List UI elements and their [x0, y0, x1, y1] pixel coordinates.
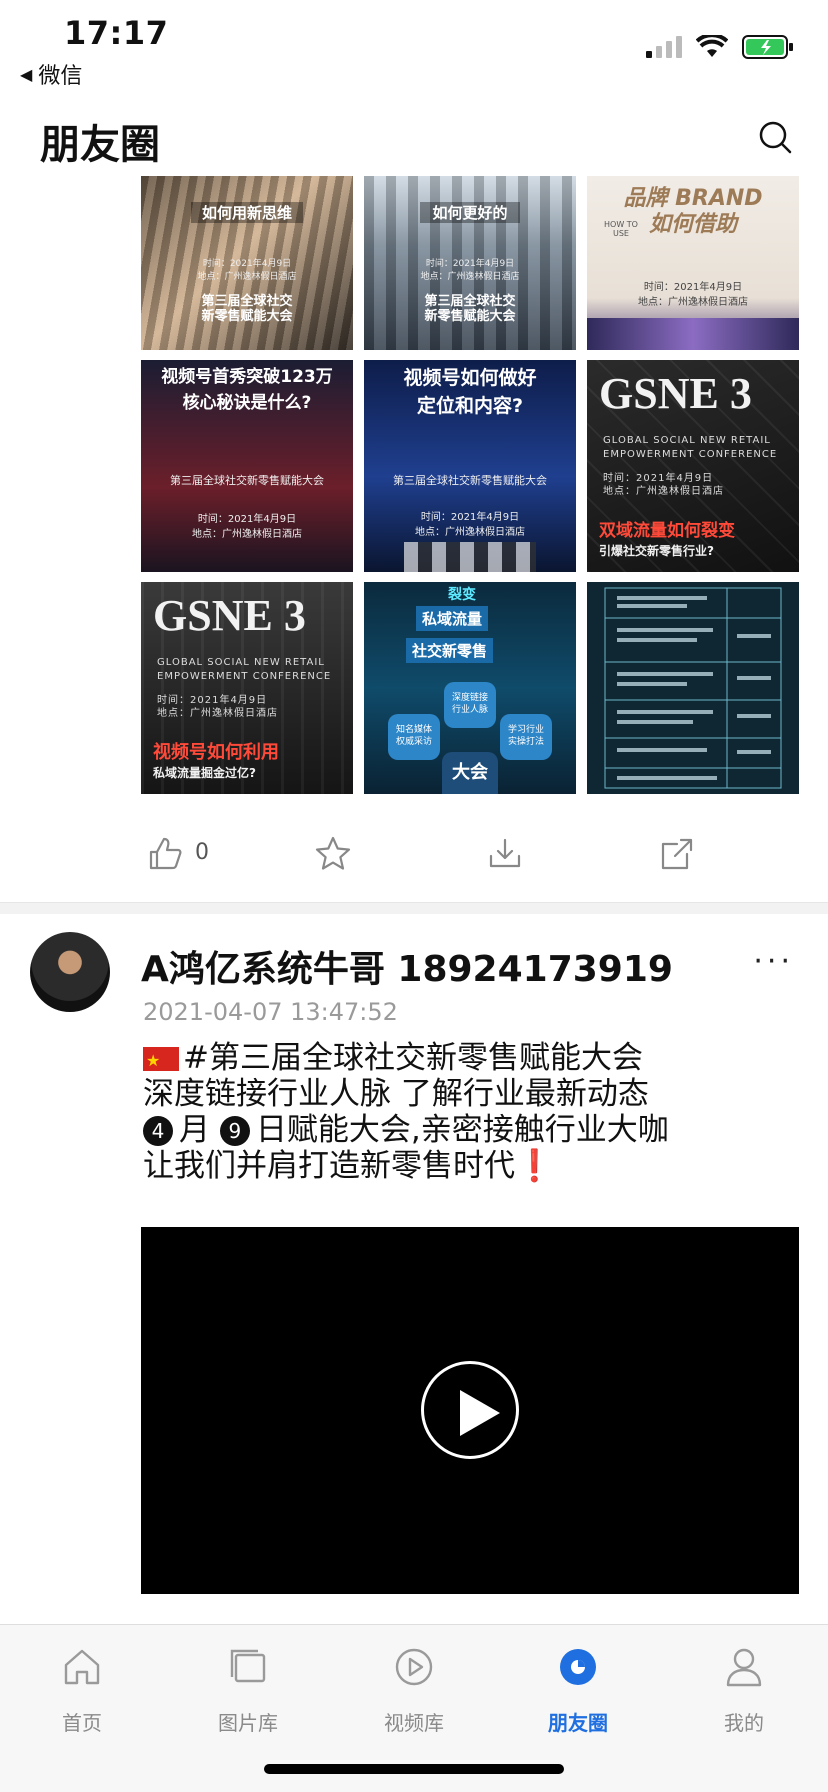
grid-image[interactable]: GSNE 3 GLOBAL SOCIAL NEW RETAIL EMPOWERM…	[141, 582, 353, 794]
post-text: 日赋能大会,亲密接触行业大咖	[255, 1112, 669, 1148]
home-indicator	[264, 1764, 564, 1774]
post-timestamp: 2021-04-07 13:47:52	[143, 998, 398, 1026]
back-label: 微信	[38, 64, 83, 89]
tab-home[interactable]: 首页	[32, 1645, 132, 1736]
play-icon[interactable]	[421, 1361, 519, 1459]
tab-gallery[interactable]: 图片库	[198, 1645, 298, 1736]
back-arrow-icon: ◀	[20, 64, 33, 84]
tile-headline: 如何用新思维	[191, 202, 303, 223]
grid-image[interactable]	[587, 582, 799, 794]
profile-icon	[726, 1648, 762, 1687]
tile-headline: 视频号首秀突破123万 核心秘诀是什么?	[161, 367, 333, 413]
grid-image[interactable]: GSNE 3 GLOBAL SOCIAL NEW RETAIL EMPOWERM…	[587, 360, 799, 572]
post-image-grid: 如何用新思维 第三届全球社交 新零售赋能大会 时间：2021年4月9日 地点：广…	[141, 176, 799, 794]
share-icon[interactable]	[657, 834, 697, 874]
tile-event-title: 第三届全球社交新零售赋能大会	[170, 474, 324, 487]
tab-label: 朋友圈	[548, 1711, 608, 1735]
tab-label: 我的	[724, 1711, 764, 1735]
tile-conference: GLOBAL SOCIAL NEW RETAIL EMPOWERMENT CON…	[603, 435, 778, 460]
number-badge: 4	[143, 1116, 173, 1146]
post-line: 深度链接行业人脉 了解行业最新动态	[143, 1076, 649, 1112]
like-icon[interactable]	[145, 834, 185, 874]
tile-brand: GSNE 3	[599, 369, 752, 418]
exclamation-icon: ❗	[515, 1148, 554, 1184]
post-content: #第三届全球社交新零售赋能大会 深度链接行业人脉 了解行业最新动态 4月 9日赋…	[143, 1040, 813, 1184]
tab-label: 视频库	[384, 1711, 444, 1735]
tile-center: 大会	[442, 752, 498, 794]
video-library-icon	[395, 1648, 433, 1686]
moments-icon	[560, 1649, 596, 1685]
more-options-icon[interactable]: ···	[753, 944, 794, 979]
tile-subtitle: HOW TO USE	[604, 220, 638, 238]
tile-event-title: 第三届全球社交 新零售赋能大会	[201, 294, 293, 324]
tile-tag: 裂变	[448, 587, 476, 603]
number-badge: 9	[219, 1116, 250, 1146]
post-text: 月	[179, 1112, 210, 1148]
grid-image[interactable]: 品牌 BRAND 如何借助 HOW TO USE 时间：2021年4月9日 地点…	[587, 176, 799, 350]
post-line: #第三届全球社交新零售赋能大会	[183, 1040, 643, 1076]
download-icon[interactable]	[485, 834, 525, 874]
page-title: 朋友圈	[40, 122, 160, 168]
tab-label: 图片库	[218, 1711, 278, 1735]
schedule-table-graphic	[604, 587, 782, 789]
tile-tag: 私域流量	[416, 606, 489, 631]
back-to-wechat[interactable]: ◀ 微信	[20, 58, 82, 90]
status-icons	[646, 34, 794, 60]
tile-headline: 双域流量如何裂变	[599, 521, 735, 541]
gallery-icon	[230, 1649, 266, 1683]
tile-date: 时间：2021年4月9日 地点：广州逸林假日酒店	[603, 473, 724, 497]
tile-date: 时间：2021年4月9日 地点：广州逸林假日酒店	[192, 514, 302, 540]
search-icon[interactable]	[758, 120, 792, 154]
post-divider	[0, 902, 828, 914]
favorite-star-icon[interactable]	[313, 834, 353, 874]
tile-headline: 视频号如何利用	[153, 742, 279, 763]
signal-icon	[646, 36, 682, 58]
wifi-icon	[696, 35, 728, 57]
grid-image[interactable]: 视频号首秀突破123万 核心秘诀是什么? 第三届全球社交新零售赋能大会 时间：2…	[141, 360, 353, 572]
grid-image[interactable]: 裂变 私域流量 社交新零售 深度链接 行业人脉 知名媒体 权威采访 学习行业 实…	[364, 582, 576, 794]
tile-hex: 知名媒体 权威采访	[388, 714, 440, 760]
status-time: 17:17	[64, 14, 169, 52]
tile-hex: 深度链接 行业人脉	[444, 682, 496, 728]
post-author[interactable]: A鸿亿系统牛哥 18924173919	[141, 940, 673, 992]
grid-image[interactable]: 如何更好的 第三届全球社交 新零售赋能大会 时间：2021年4月9日 地点：广州…	[364, 176, 576, 350]
tile-date: 时间：2021年4月9日 地点：广州逸林假日酒店	[197, 259, 297, 282]
tile-headline: 视频号如何做好 定位和内容?	[403, 367, 537, 417]
tile-event-title: 第三届全球社交新零售赋能大会	[393, 474, 547, 487]
tile-brand: GSNE 3	[153, 591, 306, 640]
tile-date: 时间：2021年4月9日 地点：广州逸林假日酒店	[157, 695, 278, 719]
like-count: 0	[195, 840, 209, 865]
home-icon	[64, 1649, 100, 1685]
tile-sub: 私域流量掘金过亿?	[153, 766, 256, 780]
battery-icon	[742, 35, 793, 59]
tile-event-title: 第三届全球社交 新零售赋能大会	[424, 294, 516, 324]
moments-page: 17:17 ◀ 微信 朋友圈 如何用新思维 第三届全球社交 新零售赋能大会 时间…	[0, 0, 828, 1792]
grid-image[interactable]: 视频号如何做好 定位和内容? 第三届全球社交新零售赋能大会 时间：2021年4月…	[364, 360, 576, 572]
tab-video-library[interactable]: 视频库	[364, 1645, 464, 1736]
avatar[interactable]	[30, 932, 110, 1012]
post-action-bar: 0	[141, 834, 701, 882]
tab-moments[interactable]: 朋友圈	[528, 1645, 628, 1736]
tile-conference: GLOBAL SOCIAL NEW RETAIL EMPOWERMENT CON…	[157, 657, 332, 682]
tile-headline: 如何更好的	[420, 202, 520, 223]
tile-sub: 引爆社交新零售行业?	[599, 544, 714, 558]
tab-profile[interactable]: 我的	[694, 1645, 794, 1736]
post-line: 让我们并肩打造新零售时代	[143, 1148, 515, 1184]
tile-date: 时间：2021年4月9日 地点：广州逸林假日酒店	[638, 282, 748, 308]
video-player[interactable]	[141, 1227, 799, 1594]
tile-tag: 社交新零售	[406, 638, 494, 663]
china-flag-icon	[143, 1043, 179, 1079]
tile-date: 时间：2021年4月9日 地点：广州逸林假日酒店	[415, 512, 525, 538]
grid-image[interactable]: 如何用新思维 第三届全球社交 新零售赋能大会 时间：2021年4月9日 地点：广…	[141, 176, 353, 350]
tab-label: 首页	[62, 1711, 102, 1735]
tile-hex: 学习行业 实操打法	[500, 714, 552, 760]
tile-date: 时间：2021年4月9日 地点：广州逸林假日酒店	[420, 259, 520, 282]
